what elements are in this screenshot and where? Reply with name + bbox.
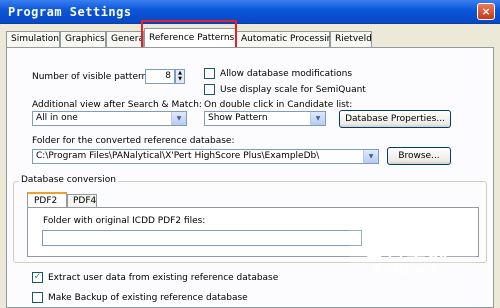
make-backup-label: Make Backup of existing reference databa…	[48, 293, 248, 303]
watermark-title: 百科全说	[364, 238, 448, 262]
watermark-subtitle: 助你轻松解决	[372, 265, 438, 276]
tab-pdf2[interactable]: PDF2	[27, 192, 67, 208]
browse-button[interactable]: Browse...	[387, 147, 451, 165]
display-scale-checkbox[interactable]	[204, 84, 215, 95]
tab-general[interactable]: General	[106, 31, 144, 48]
display-scale-label: Use display scale for SemiQuant	[220, 85, 366, 95]
additional-view-label: Additional view after Search & Match:	[32, 100, 202, 110]
extract-user-data-label: Extract user data from existing referenc…	[48, 273, 279, 283]
tab-reference-patterns[interactable]: Reference Patterns	[144, 28, 236, 49]
folder-select[interactable]: C:\Program Files\PANalytical\X'Pert High…	[32, 149, 379, 164]
visible-patterns-spinner[interactable]: ▲ ▼	[175, 69, 185, 84]
double-click-value: Show Pattern	[208, 113, 268, 123]
allow-db-mod-label: Allow database modifications	[220, 69, 353, 79]
db-properties-button[interactable]: Database Properties...	[339, 110, 451, 128]
visible-patterns-input[interactable]: 8	[145, 69, 175, 84]
folder-label: Folder for the converted reference datab…	[32, 136, 235, 146]
chevron-down-icon[interactable]: ▼	[310, 112, 325, 125]
db-conversion-title: Database conversion	[19, 175, 118, 185]
title-bar: Program Settings ×	[0, 0, 500, 24]
chevron-down-icon[interactable]: ▼	[363, 150, 378, 163]
allow-db-mod-checkbox[interactable]	[204, 68, 215, 79]
chevron-down-icon[interactable]: ▼	[171, 112, 186, 125]
additional-view-value: All in one	[36, 113, 78, 123]
folder-value: C:\Program Files\PANalytical\X'Pert High…	[36, 151, 320, 161]
tab-simulation[interactable]: Simulation	[6, 31, 60, 48]
close-button[interactable]: ×	[477, 3, 495, 20]
additional-view-select[interactable]: All in one ▼	[32, 111, 187, 126]
tab-pdf4[interactable]: PDF4	[67, 194, 97, 208]
pdf-folder-input[interactable]	[42, 230, 362, 246]
tab-automatic-processing[interactable]: Automatic Processing	[236, 31, 338, 48]
double-click-label: On double click in Candidate list:	[204, 100, 353, 110]
pdf-folder-label: Folder with original ICDD PDF2 files:	[43, 216, 206, 226]
tab-graphics[interactable]: Graphics	[60, 31, 106, 48]
visible-patterns-label: Number of visible patterns:	[32, 72, 155, 82]
tab-rietveld[interactable]: Rietveld	[330, 31, 372, 48]
double-click-select[interactable]: Show Pattern ▼	[204, 111, 326, 126]
extract-user-data-checkbox[interactable]: ✓	[32, 272, 43, 283]
window-title: Program Settings	[8, 5, 132, 19]
make-backup-checkbox[interactable]	[32, 292, 43, 303]
